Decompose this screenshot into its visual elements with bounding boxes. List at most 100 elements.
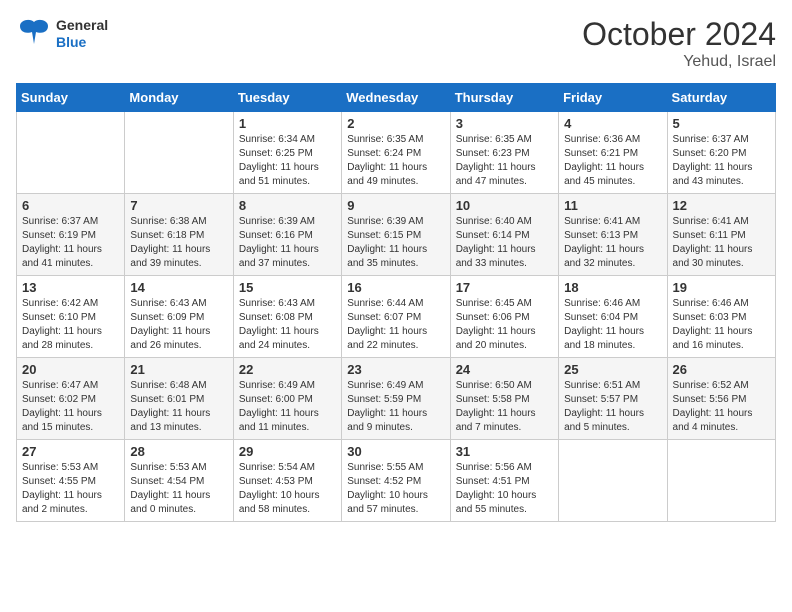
day-number: 25 — [564, 362, 661, 377]
day-number: 4 — [564, 116, 661, 131]
day-info: Sunrise: 6:51 AM Sunset: 5:57 PM Dayligh… — [564, 379, 661, 435]
calendar-week-row: 6Sunrise: 6:37 AM Sunset: 6:19 PM Daylig… — [17, 194, 776, 276]
day-number: 17 — [456, 280, 553, 295]
calendar-cell — [559, 440, 667, 522]
calendar-week-row: 20 Sunrise: 6:47 AM Sunset: 6:02 PM Dayli… — [17, 358, 776, 440]
day-info: Sunrise: 6:39 AM Sunset: 6:15 PM Dayligh… — [347, 215, 444, 271]
day-info: Sunrise: 6:36 AM Sunset: 6:21 PM Dayligh… — [564, 133, 661, 189]
location-title: Yehud, Israel — [582, 53, 776, 71]
calendar-cell: 1 Sunrise: 6:34 AM Sunset: 6:25 PM Daylig… — [233, 112, 341, 194]
day-info: Sunrise: 6:47 AM Sunset: 6:02 PM Dayligh… — [22, 379, 119, 435]
day-info: Sunrise: 6:35 AM Sunset: 6:23 PM Dayligh… — [456, 133, 553, 189]
day-number: 2 — [347, 116, 444, 131]
calendar-cell: 24Sunrise: 6:50 AM Sunset: 5:58 PM Dayli… — [450, 358, 558, 440]
day-number: 20 — [22, 362, 119, 377]
calendar-cell: 26 Sunrise: 6:52 AM Sunset: 5:56 PM Dayli… — [667, 358, 775, 440]
day-number: 1 — [239, 116, 336, 131]
day-number: 19 — [673, 280, 770, 295]
day-number: 31 — [456, 444, 553, 459]
day-number: 8 — [239, 198, 336, 213]
calendar-cell: 25 Sunrise: 6:51 AM Sunset: 5:57 PM Dayli… — [559, 358, 667, 440]
logo-blue: Blue — [56, 34, 108, 51]
day-info: Sunrise: 5:53 AM Sunset: 4:55 PM Dayligh… — [22, 461, 119, 517]
day-of-week-header: Wednesday — [342, 84, 450, 112]
day-number: 22 — [239, 362, 336, 377]
day-info: Sunrise: 6:40 AM Sunset: 6:14 PM Dayligh… — [456, 215, 553, 271]
calendar-cell: 29Sunrise: 5:54 AM Sunset: 4:53 PM Dayli… — [233, 440, 341, 522]
calendar-header-row: SundayMondayTuesdayWednesdayThursdayFrid… — [17, 84, 776, 112]
day-of-week-header: Tuesday — [233, 84, 341, 112]
calendar-cell — [125, 112, 233, 194]
day-info: Sunrise: 6:50 AM Sunset: 5:58 PM Dayligh… — [456, 379, 553, 435]
day-info: Sunrise: 6:49 AM Sunset: 6:00 PM Dayligh… — [239, 379, 336, 435]
calendar-cell — [667, 440, 775, 522]
calendar-cell: 3Sunrise: 6:35 AM Sunset: 6:23 PM Daylig… — [450, 112, 558, 194]
day-info: Sunrise: 6:34 AM Sunset: 6:25 PM Dayligh… — [239, 133, 336, 189]
calendar-cell: 27 Sunrise: 5:53 AM Sunset: 4:55 PM Dayli… — [17, 440, 125, 522]
calendar-week-row: 27 Sunrise: 5:53 AM Sunset: 4:55 PM Dayli… — [17, 440, 776, 522]
calendar-table: SundayMondayTuesdayWednesdayThursdayFrid… — [16, 83, 776, 522]
day-number: 10 — [456, 198, 553, 213]
day-number: 23 — [347, 362, 444, 377]
day-info: Sunrise: 6:43 AM Sunset: 6:08 PM Dayligh… — [239, 297, 336, 353]
day-number: 28 — [130, 444, 227, 459]
day-number: 15 — [239, 280, 336, 295]
calendar-cell: 20 Sunrise: 6:47 AM Sunset: 6:02 PM Dayli… — [17, 358, 125, 440]
calendar-cell: 6Sunrise: 6:37 AM Sunset: 6:19 PM Daylig… — [17, 194, 125, 276]
day-info: Sunrise: 6:37 AM Sunset: 6:20 PM Dayligh… — [673, 133, 770, 189]
day-number: 21 — [130, 362, 227, 377]
day-info: Sunrise: 5:55 AM Sunset: 4:52 PM Dayligh… — [347, 461, 444, 517]
day-number: 18 — [564, 280, 661, 295]
logo-general: General — [56, 17, 108, 34]
day-number: 13 — [22, 280, 119, 295]
logo-text: GeneralBlue — [56, 17, 108, 51]
calendar-cell: 12 Sunrise: 6:41 AM Sunset: 6:11 PM Dayli… — [667, 194, 775, 276]
calendar-cell: 4 Sunrise: 6:36 AM Sunset: 6:21 PM Daylig… — [559, 112, 667, 194]
day-info: Sunrise: 6:44 AM Sunset: 6:07 PM Dayligh… — [347, 297, 444, 353]
day-info: Sunrise: 6:49 AM Sunset: 5:59 PM Dayligh… — [347, 379, 444, 435]
day-info: Sunrise: 6:42 AM Sunset: 6:10 PM Dayligh… — [22, 297, 119, 353]
day-info: Sunrise: 5:53 AM Sunset: 4:54 PM Dayligh… — [130, 461, 227, 517]
day-info: Sunrise: 6:52 AM Sunset: 5:56 PM Dayligh… — [673, 379, 770, 435]
calendar-cell: 14 Sunrise: 6:43 AM Sunset: 6:09 PM Dayli… — [125, 276, 233, 358]
day-number: 7 — [130, 198, 227, 213]
calendar-cell: 17 Sunrise: 6:45 AM Sunset: 6:06 PM Dayli… — [450, 276, 558, 358]
calendar-week-row: 13 Sunrise: 6:42 AM Sunset: 6:10 PM Dayli… — [17, 276, 776, 358]
day-info: Sunrise: 6:39 AM Sunset: 6:16 PM Dayligh… — [239, 215, 336, 271]
day-number: 26 — [673, 362, 770, 377]
day-of-week-header: Thursday — [450, 84, 558, 112]
day-number: 14 — [130, 280, 227, 295]
calendar-cell: 5 Sunrise: 6:37 AM Sunset: 6:20 PM Daylig… — [667, 112, 775, 194]
day-number: 9 — [347, 198, 444, 213]
calendar-cell: 18Sunrise: 6:46 AM Sunset: 6:04 PM Dayli… — [559, 276, 667, 358]
day-number: 16 — [347, 280, 444, 295]
day-info: Sunrise: 6:43 AM Sunset: 6:09 PM Dayligh… — [130, 297, 227, 353]
day-number: 27 — [22, 444, 119, 459]
day-of-week-header: Friday — [559, 84, 667, 112]
calendar-cell: 15 Sunrise: 6:43 AM Sunset: 6:08 PM Dayli… — [233, 276, 341, 358]
calendar-cell: 19Sunrise: 6:46 AM Sunset: 6:03 PM Dayli… — [667, 276, 775, 358]
day-info: Sunrise: 6:41 AM Sunset: 6:13 PM Dayligh… — [564, 215, 661, 271]
day-number: 5 — [673, 116, 770, 131]
logo: GeneralBlue — [16, 16, 108, 52]
calendar-cell: 2Sunrise: 6:35 AM Sunset: 6:24 PM Daylig… — [342, 112, 450, 194]
calendar-week-row: 1 Sunrise: 6:34 AM Sunset: 6:25 PM Daylig… — [17, 112, 776, 194]
day-of-week-header: Monday — [125, 84, 233, 112]
day-of-week-header: Saturday — [667, 84, 775, 112]
logo-svg — [16, 16, 52, 52]
calendar-cell: 28 Sunrise: 5:53 AM Sunset: 4:54 PM Dayli… — [125, 440, 233, 522]
calendar-cell: 16 Sunrise: 6:44 AM Sunset: 6:07 PM Dayli… — [342, 276, 450, 358]
day-number: 12 — [673, 198, 770, 213]
day-of-week-header: Sunday — [17, 84, 125, 112]
day-number: 6 — [22, 198, 119, 213]
day-number: 30 — [347, 444, 444, 459]
page-header: GeneralBlue October 2024 Yehud, Israel — [16, 16, 776, 71]
calendar-cell: 23 Sunrise: 6:49 AM Sunset: 5:59 PM Dayli… — [342, 358, 450, 440]
day-number: 11 — [564, 198, 661, 213]
calendar-cell: 9 Sunrise: 6:39 AM Sunset: 6:15 PM Daylig… — [342, 194, 450, 276]
calendar-cell: 7Sunrise: 6:38 AM Sunset: 6:18 PM Daylig… — [125, 194, 233, 276]
month-title: October 2024 — [582, 16, 776, 53]
day-info: Sunrise: 6:41 AM Sunset: 6:11 PM Dayligh… — [673, 215, 770, 271]
day-info: Sunrise: 6:45 AM Sunset: 6:06 PM Dayligh… — [456, 297, 553, 353]
day-number: 29 — [239, 444, 336, 459]
